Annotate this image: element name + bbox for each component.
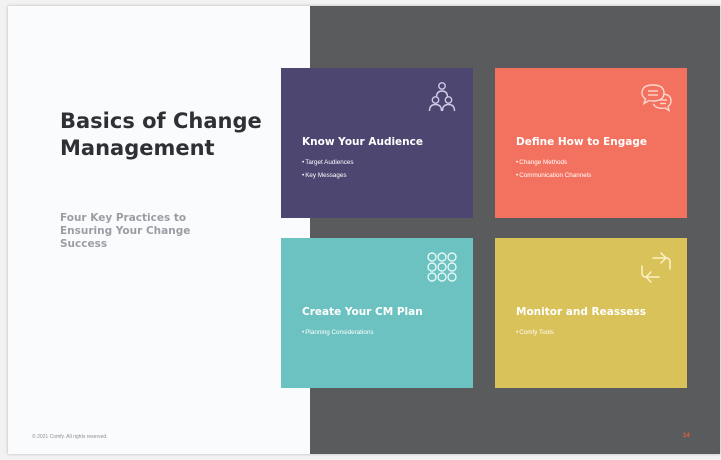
card-title: Create Your CM Plan bbox=[302, 306, 423, 318]
list-item: Planning Considerations bbox=[302, 326, 373, 339]
card-monitor-and-reassess: Monitor and Reassess Comfy Tools bbox=[495, 238, 687, 388]
card-title: Define How to Engage bbox=[516, 136, 648, 148]
card-bullet-list: Comfy Tools bbox=[516, 326, 554, 339]
chat-bubbles-icon bbox=[641, 84, 672, 113]
copyright-notice: © 2021 Comfy. All rights reserved. bbox=[32, 434, 108, 440]
card-know-your-audience: Know Your Audience Target Audiences Key … bbox=[281, 68, 473, 218]
dot-grid-icon bbox=[427, 252, 457, 282]
card-bullet-list: Planning Considerations bbox=[302, 326, 373, 339]
card-bullet-list: Target Audiences Key Messages bbox=[302, 156, 354, 182]
people-group-icon bbox=[428, 82, 456, 112]
list-item: Target Audiences bbox=[302, 156, 353, 169]
card-title: Know Your Audience bbox=[302, 136, 424, 148]
slide-title: Basics of Change Management bbox=[60, 109, 262, 160]
list-item: Comfy Tools bbox=[516, 326, 554, 339]
card-create-your-cm-plan: Create Your CM Plan Planning Considerati… bbox=[281, 238, 473, 388]
cycle-arrows-icon bbox=[641, 252, 671, 283]
list-item: Change Methods bbox=[516, 156, 591, 169]
page-number: 14 bbox=[683, 433, 690, 439]
card-bullet-list: Change Methods Communication Channels bbox=[516, 156, 591, 182]
slide-subtitle: Four Key Practices to Ensuring Your Chan… bbox=[60, 212, 191, 250]
card-title: Monitor and Reassess bbox=[516, 306, 646, 318]
slide: Basics of Change Management Four Key Pra… bbox=[8, 6, 720, 454]
list-item: Key Messages bbox=[302, 169, 354, 182]
card-define-how-to-engage: Define How to Engage Change Methods Comm… bbox=[495, 68, 687, 218]
list-item: Communication Channels bbox=[516, 169, 591, 182]
